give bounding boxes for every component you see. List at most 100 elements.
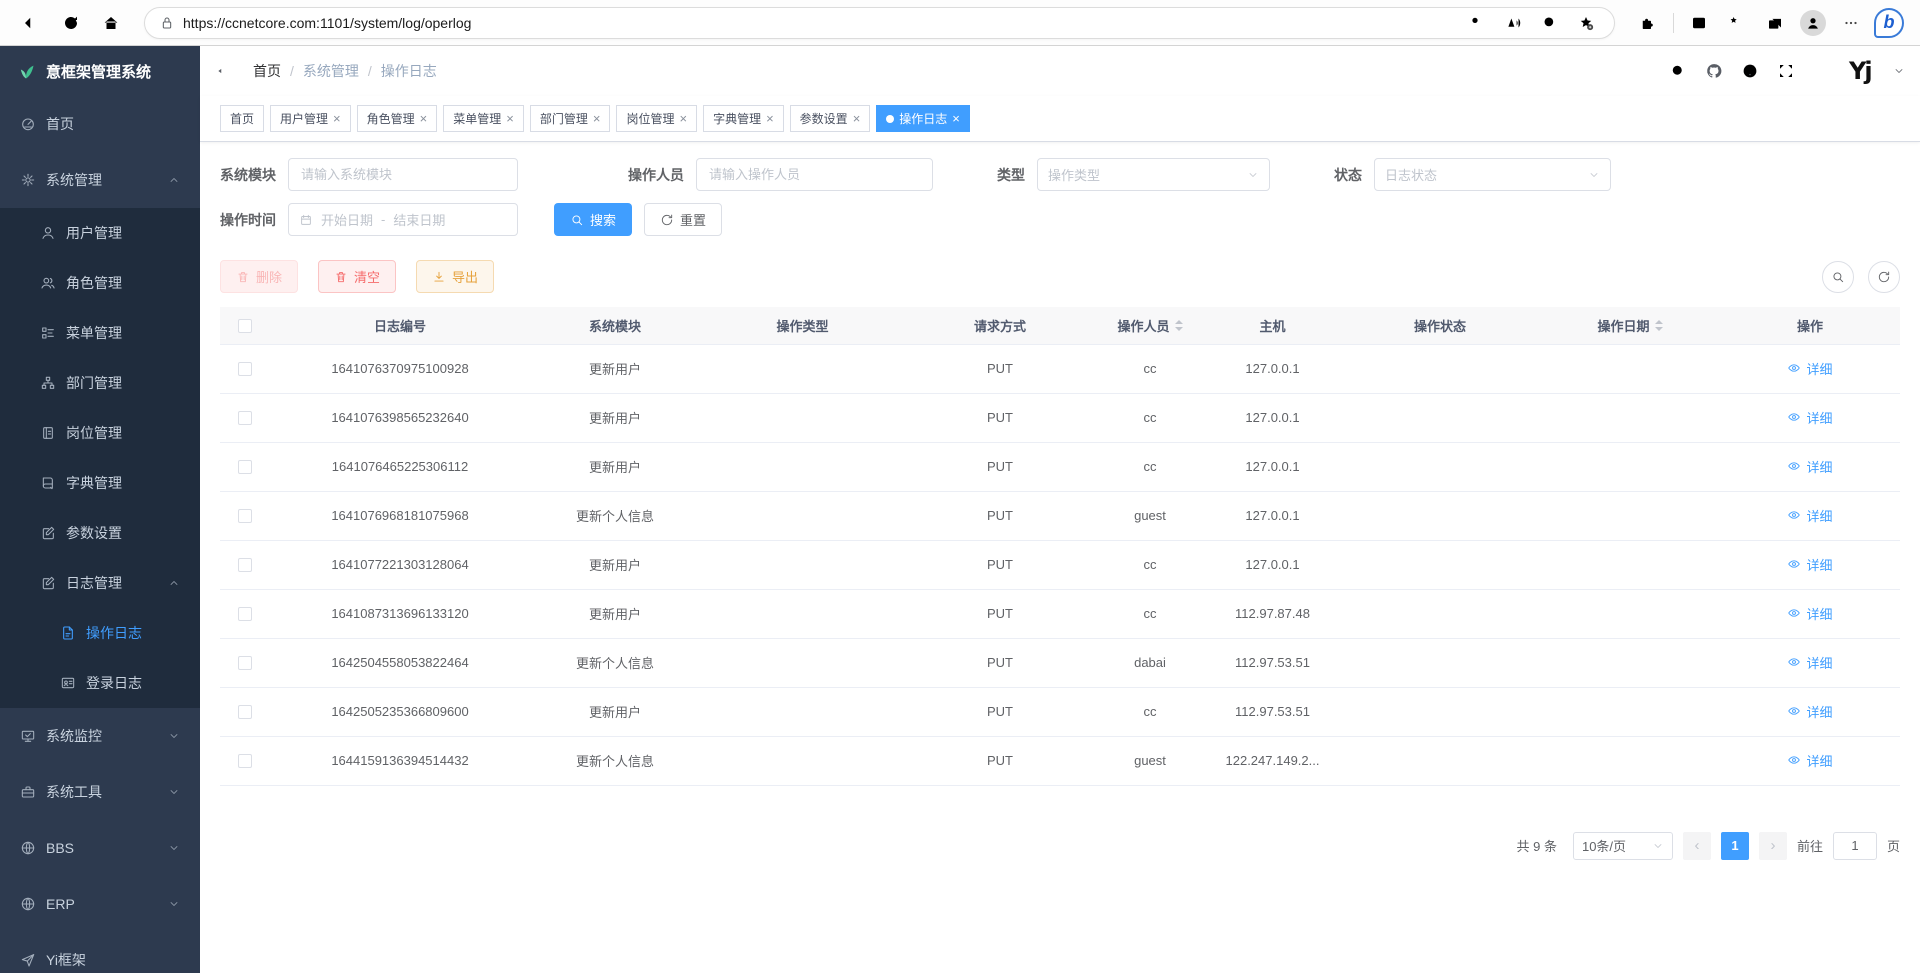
github-icon[interactable] xyxy=(1705,62,1723,80)
page-1-button[interactable]: 1 xyxy=(1721,832,1749,860)
address-bar[interactable]: https://ccnetcore.com:1101/system/log/op… xyxy=(144,7,1615,39)
type-select[interactable]: 操作类型 xyxy=(1037,158,1270,191)
sidebar-item-post-manage[interactable]: 岗位管理 xyxy=(0,408,200,458)
detail-link[interactable]: 详细 xyxy=(1787,457,1832,476)
avatar-dropdown-chevron-icon[interactable] xyxy=(1893,65,1905,77)
export-button[interactable]: 导出 xyxy=(416,260,494,293)
close-icon[interactable]: × xyxy=(333,112,341,125)
page-size-select[interactable]: 10条/页 xyxy=(1573,832,1673,860)
row-checkbox[interactable] xyxy=(238,705,252,719)
browser-refresh-button[interactable] xyxy=(54,6,88,40)
help-icon[interactable] xyxy=(1741,62,1759,80)
col-date[interactable]: 操作日期 xyxy=(1540,307,1720,344)
sidebar-item-erp[interactable]: ERP xyxy=(0,876,200,932)
breadcrumb-home[interactable]: 首页 xyxy=(253,61,281,81)
tab-post-manage[interactable]: 岗位管理× xyxy=(616,105,697,132)
goto-page-input[interactable] xyxy=(1833,832,1877,860)
copilot-bing-icon[interactable]: b xyxy=(1872,6,1906,40)
sidebar-item-role-manage[interactable]: 角色管理 xyxy=(0,258,200,308)
close-icon[interactable]: × xyxy=(679,112,687,125)
url-text[interactable]: https://ccnetcore.com:1101/system/log/op… xyxy=(183,15,1456,31)
search-button[interactable]: 搜索 xyxy=(554,203,632,236)
row-checkbox[interactable] xyxy=(238,460,252,474)
font-size-icon[interactable] xyxy=(1813,62,1831,80)
next-page-button[interactable]: › xyxy=(1759,832,1787,860)
sidebar-item-user-manage[interactable]: 用户管理 xyxy=(0,208,200,258)
row-checkbox[interactable] xyxy=(238,509,252,523)
sidebar-item-login-log[interactable]: 登录日志 xyxy=(0,658,200,708)
detail-link[interactable]: 详细 xyxy=(1787,751,1832,770)
tab-param-settings[interactable]: 参数设置× xyxy=(790,105,871,132)
table-refresh-button[interactable] xyxy=(1868,261,1900,293)
sort-carets-icon[interactable] xyxy=(1655,320,1663,331)
password-key-icon[interactable] xyxy=(1464,9,1492,37)
reset-button[interactable]: 重置 xyxy=(644,203,722,236)
sidebar-item-log-manage[interactable]: 日志管理 xyxy=(0,558,200,608)
detail-link[interactable]: 详细 xyxy=(1787,359,1832,378)
sidebar-item-system-manage[interactable]: 系统管理 xyxy=(0,152,200,208)
sidebar-item-dict-manage[interactable]: 字典管理 xyxy=(0,458,200,508)
sidebar-fold-icon[interactable] xyxy=(215,61,235,81)
split-screen-icon[interactable] xyxy=(1682,6,1716,40)
prev-page-button[interactable]: ‹ xyxy=(1683,832,1711,860)
row-checkbox[interactable] xyxy=(238,656,252,670)
date-range-picker[interactable]: 开始日期 - 结束日期 xyxy=(288,203,518,236)
user-avatar-logo[interactable]: Yj xyxy=(1849,56,1883,86)
favorites-bar-icon[interactable] xyxy=(1720,6,1754,40)
tab-user-manage[interactable]: 用户管理× xyxy=(270,105,351,132)
clear-button[interactable]: 清空 xyxy=(318,260,396,293)
end-date-placeholder[interactable]: 结束日期 xyxy=(393,210,445,229)
sidebar-item-dept-manage[interactable]: 部门管理 xyxy=(0,358,200,408)
row-checkbox[interactable] xyxy=(238,411,252,425)
sidebar-item-menu-manage[interactable]: 菜单管理 xyxy=(0,308,200,358)
start-date-placeholder[interactable]: 开始日期 xyxy=(321,210,373,229)
tab-menu-manage[interactable]: 菜单管理× xyxy=(443,105,524,132)
close-icon[interactable]: × xyxy=(766,112,774,125)
detail-link[interactable]: 详细 xyxy=(1787,653,1832,672)
row-checkbox[interactable] xyxy=(238,607,252,621)
browser-menu-icon[interactable] xyxy=(1834,6,1868,40)
select-all-checkbox[interactable] xyxy=(238,319,252,333)
sidebar-item-home[interactable]: 首页 xyxy=(0,96,200,152)
operator-input[interactable] xyxy=(696,158,933,191)
browser-home-button[interactable] xyxy=(94,6,128,40)
detail-link[interactable]: 详细 xyxy=(1787,604,1832,623)
close-icon[interactable]: × xyxy=(593,112,601,125)
table-search-toggle-button[interactable] xyxy=(1822,261,1854,293)
close-icon[interactable]: × xyxy=(506,112,514,125)
sidebar-item-param-settings[interactable]: 参数设置 xyxy=(0,508,200,558)
sidebar-item-system-monitor[interactable]: 系统监控 xyxy=(0,708,200,764)
detail-link[interactable]: 详细 xyxy=(1787,702,1832,721)
detail-link[interactable]: 详细 xyxy=(1787,506,1832,525)
browser-profile-avatar[interactable] xyxy=(1796,6,1830,40)
col-operator[interactable]: 操作人员 xyxy=(1095,307,1205,344)
browser-back-button[interactable] xyxy=(14,6,48,40)
detail-link[interactable]: 详细 xyxy=(1787,555,1832,574)
sidebar-item-yi-framework[interactable]: Yi框架 xyxy=(0,932,200,973)
row-checkbox[interactable] xyxy=(238,558,252,572)
header-search-icon[interactable] xyxy=(1669,62,1687,80)
fullscreen-icon[interactable] xyxy=(1777,62,1795,80)
detail-link[interactable]: 详细 xyxy=(1787,408,1832,427)
zoom-out-icon[interactable] xyxy=(1536,9,1564,37)
sort-carets-icon[interactable] xyxy=(1175,320,1183,331)
row-checkbox[interactable] xyxy=(238,362,252,376)
close-icon[interactable]: × xyxy=(853,112,861,125)
read-aloud-icon[interactable] xyxy=(1500,9,1528,37)
tab-dict-manage[interactable]: 字典管理× xyxy=(703,105,784,132)
close-icon[interactable]: × xyxy=(420,112,428,125)
sidebar-item-oper-log[interactable]: 操作日志 xyxy=(0,608,200,658)
delete-button[interactable]: 删除 xyxy=(220,260,298,293)
favorite-star-icon[interactable] xyxy=(1572,9,1600,37)
tab-oper-log[interactable]: 操作日志× xyxy=(876,105,970,132)
sidebar-item-bbs[interactable]: BBS xyxy=(0,820,200,876)
module-input[interactable] xyxy=(288,158,518,191)
collections-icon[interactable] xyxy=(1758,6,1792,40)
close-icon[interactable]: × xyxy=(952,112,960,125)
row-checkbox[interactable] xyxy=(238,754,252,768)
extensions-icon[interactable] xyxy=(1631,6,1665,40)
tab-role-manage[interactable]: 角色管理× xyxy=(357,105,438,132)
sidebar-item-system-tools[interactable]: 系统工具 xyxy=(0,764,200,820)
status-select[interactable]: 日志状态 xyxy=(1374,158,1611,191)
tab-dept-manage[interactable]: 部门管理× xyxy=(530,105,611,132)
